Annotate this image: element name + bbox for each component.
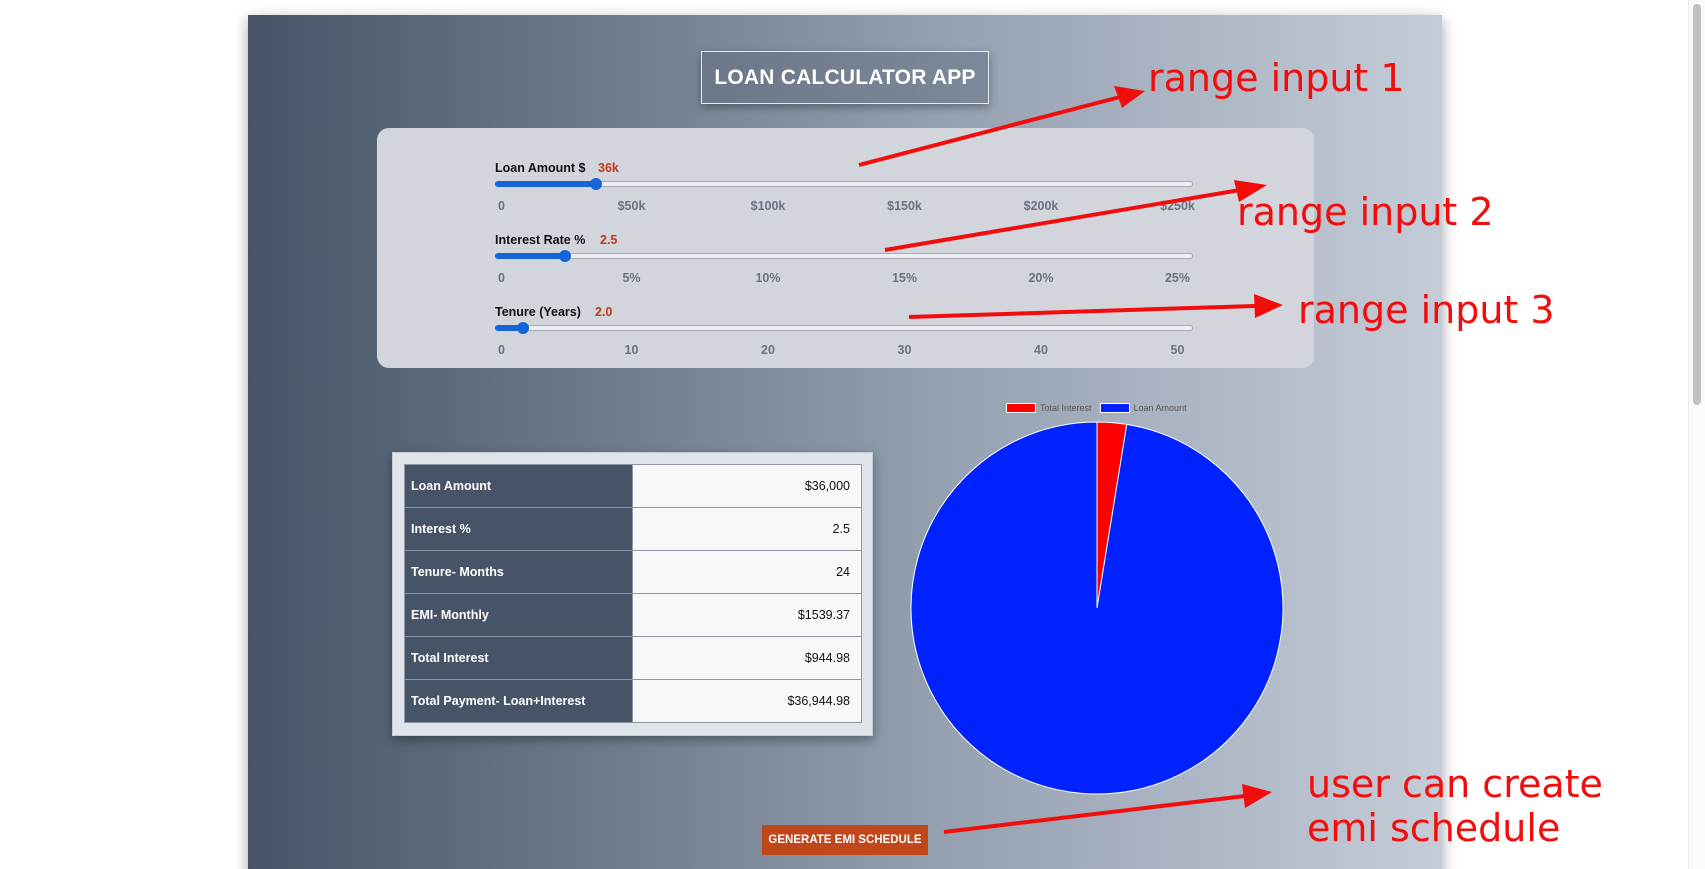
annotation-range-input-3: range input 3 bbox=[1298, 288, 1555, 332]
annotation-arrow-4 bbox=[943, 794, 1246, 834]
annotation-arrowhead-3 bbox=[1254, 294, 1283, 318]
annotation-emi-line-1: user can create bbox=[1307, 762, 1603, 806]
annotation-arrow-1 bbox=[858, 95, 1121, 167]
page: LOAN CALCULATOR APP Loan Amount $ 36k 0 $… bbox=[0, 0, 1705, 869]
annotation-emi-line-2: emi schedule bbox=[1307, 806, 1561, 850]
annotation-arrow-2 bbox=[884, 188, 1241, 252]
annotation-arrowhead-1 bbox=[1114, 86, 1145, 108]
annotation-range-input-2: range input 2 bbox=[1237, 190, 1494, 234]
scrollbar-thumb[interactable] bbox=[1693, 4, 1701, 405]
annotation-arrows bbox=[858, 86, 1283, 834]
annotation-arrowhead-4 bbox=[1242, 784, 1272, 808]
annotation-arrow-3 bbox=[908, 304, 1256, 319]
page-scrollbar[interactable] bbox=[1688, 0, 1705, 869]
annotation-range-input-1: range input 1 bbox=[1148, 56, 1405, 100]
